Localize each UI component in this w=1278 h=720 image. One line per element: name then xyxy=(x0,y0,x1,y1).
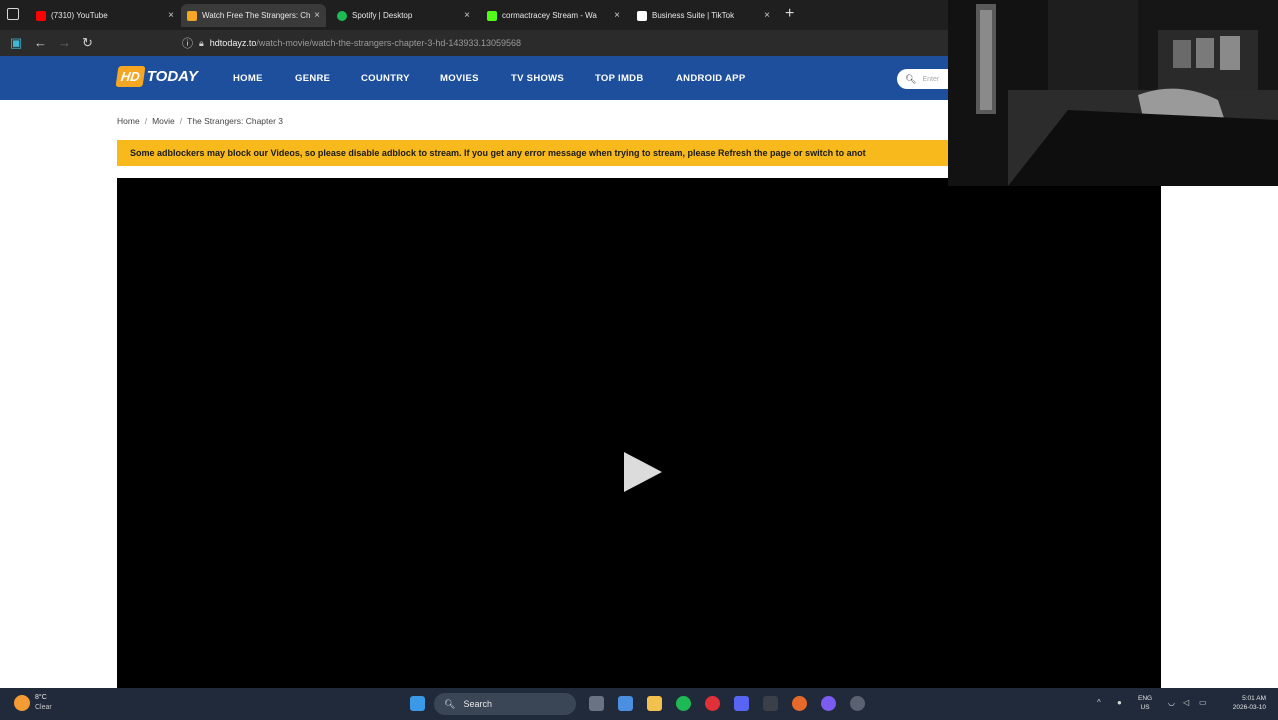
weather-icon[interactable] xyxy=(14,695,30,711)
spotify-icon xyxy=(337,10,347,21)
webcam-scene xyxy=(948,0,1278,186)
lock-icon: 🔒︎ xyxy=(199,37,204,48)
wifi-icon[interactable]: ◡ xyxy=(1168,698,1175,707)
firefox-icon[interactable] xyxy=(792,696,807,711)
logo-today: TODAY xyxy=(146,68,198,85)
tab-actions-icon[interactable] xyxy=(7,8,19,20)
play-icon[interactable] xyxy=(624,452,662,492)
taskbar-search-label: Search xyxy=(463,699,492,709)
adblock-notice-text: Some adblockers may block our Videos, so… xyxy=(130,148,866,158)
clock[interactable]: 5:01 AM 2026-03-10 xyxy=(1220,694,1266,712)
nav-genre[interactable]: GENRE xyxy=(295,73,330,84)
nav-top-imdb[interactable]: TOP IMDB xyxy=(595,73,644,84)
battery-icon[interactable]: ▭ xyxy=(1199,698,1207,707)
new-tab-icon[interactable]: + xyxy=(785,5,794,23)
logo-hd: HD xyxy=(115,66,146,87)
tab-kick[interactable]: cormactracey Stream - Wa × xyxy=(481,4,626,27)
close-tab-icon[interactable]: × xyxy=(764,10,770,21)
breadcrumb-home[interactable]: Home xyxy=(117,116,140,126)
breadcrumb: Home / Movie / The Strangers: Chapter 3 xyxy=(117,116,283,126)
search-placeholder: Enter xyxy=(922,75,940,83)
site-info-icon[interactable]: ⓘ xyxy=(182,35,193,51)
region-code: US xyxy=(1140,704,1150,711)
breadcrumb-current: The Strangers: Chapter 3 xyxy=(187,116,284,126)
obs-icon[interactable] xyxy=(821,696,836,711)
tab-title: Watch Free The Strangers: Chap xyxy=(202,11,311,20)
tab-title: Business Suite | TikTok xyxy=(652,11,735,20)
hdtoday-icon xyxy=(187,10,197,21)
app-icon[interactable] xyxy=(763,696,778,711)
nav-movies[interactable]: MOVIES xyxy=(440,73,479,84)
reload-icon[interactable]: ↻ xyxy=(82,35,93,51)
file-explorer-icon[interactable] xyxy=(647,696,662,711)
search-icon: 🔍︎ xyxy=(444,698,456,709)
nav-country[interactable]: COUNTRY xyxy=(361,73,410,84)
tab-title: Spotify | Desktop xyxy=(352,11,413,20)
close-tab-icon[interactable]: × xyxy=(314,10,320,21)
youtube-icon xyxy=(36,10,46,21)
clock-time: 5:01 AM xyxy=(1242,695,1266,702)
breadcrumb-separator: / xyxy=(144,116,148,126)
close-tab-icon[interactable]: × xyxy=(168,10,174,21)
tab-spotify[interactable]: Spotify | Desktop × xyxy=(331,4,476,27)
site-logo[interactable]: HD TODAY xyxy=(115,66,198,87)
show-hidden-icons-icon[interactable]: ^ xyxy=(1097,698,1101,707)
tab-hdtoday[interactable]: Watch Free The Strangers: Chap × xyxy=(181,4,326,27)
nav-tv-shows[interactable]: TV SHOWS xyxy=(511,73,564,84)
sidebar-toggle-icon[interactable]: ▣ xyxy=(10,35,22,51)
video-player[interactable] xyxy=(117,178,1161,688)
language-code: ENG xyxy=(1138,695,1153,702)
close-tab-icon[interactable]: × xyxy=(614,10,620,21)
chrome-icon[interactable] xyxy=(850,696,865,711)
language-indicator[interactable]: ENG US xyxy=(1138,694,1152,712)
tab-title: cormactracey Stream - Wa xyxy=(502,11,597,20)
nav-home[interactable]: HOME xyxy=(233,73,263,84)
microphone-icon[interactable]: ● xyxy=(1117,698,1122,707)
search-icon: 🔍︎ xyxy=(905,73,917,84)
forward-icon[interactable]: → xyxy=(58,35,71,51)
nav-android-app[interactable]: ANDROID APP xyxy=(676,73,745,84)
breadcrumb-movie[interactable]: Movie xyxy=(152,116,175,126)
weather-temp: 8°C xyxy=(35,694,47,701)
back-icon[interactable]: ← xyxy=(34,35,47,51)
webcam-overlay xyxy=(948,0,1278,186)
task-view-icon[interactable] xyxy=(589,696,604,711)
tab-tiktok[interactable]: Business Suite | TikTok × xyxy=(631,4,776,27)
url-field[interactable]: ⓘ 🔒︎ hdtodayz.to /watch-movie/watch-the-… xyxy=(182,34,942,52)
copilot-icon[interactable] xyxy=(618,696,633,711)
url-path: /watch-movie/watch-the-strangers-chapter… xyxy=(256,38,521,48)
start-icon[interactable] xyxy=(410,696,425,711)
tiktok-icon xyxy=(637,10,647,21)
tab-youtube[interactable]: (7310) YouTube × xyxy=(30,4,180,27)
tab-title: (7310) YouTube xyxy=(51,11,108,20)
volume-icon[interactable]: ◁ xyxy=(1183,698,1189,707)
breadcrumb-separator: / xyxy=(179,116,183,126)
kick-icon xyxy=(487,10,497,21)
url-domain: hdtodayz.to xyxy=(209,38,257,48)
discord-icon[interactable] xyxy=(734,696,749,711)
opera-icon[interactable] xyxy=(705,696,720,711)
taskbar: 8°C Clear 🔍︎ Search ^ ● ENG US ◡ ◁ ▭ 5:0… xyxy=(0,688,1278,720)
close-tab-icon[interactable]: × xyxy=(464,10,470,21)
taskbar-search[interactable]: 🔍︎ Search xyxy=(434,693,576,715)
spotify-taskbar-icon[interactable] xyxy=(676,696,691,711)
weather-condition: Clear xyxy=(35,704,52,711)
clock-date: 2026-03-10 xyxy=(1232,704,1266,711)
